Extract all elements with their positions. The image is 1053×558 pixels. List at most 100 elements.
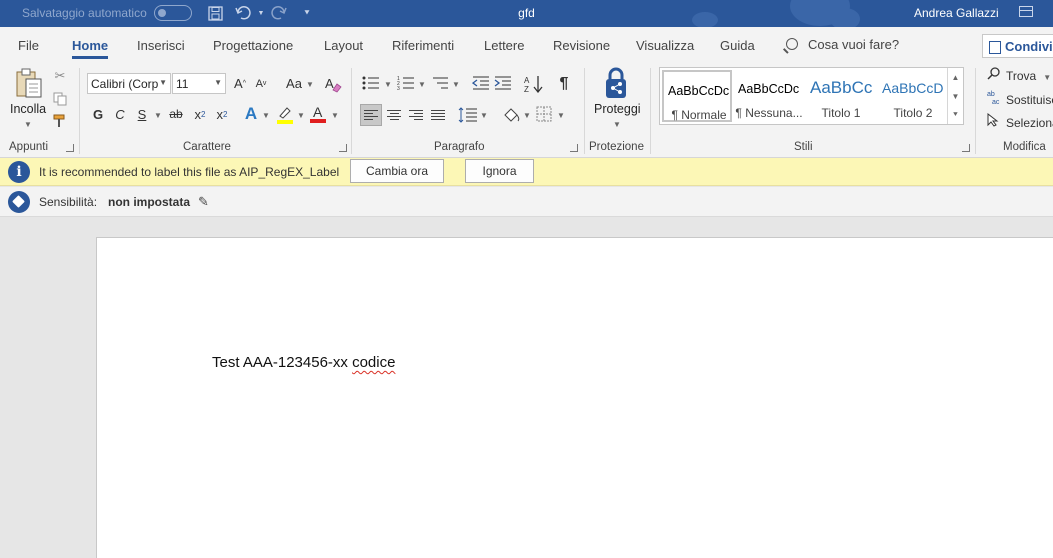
decrease-indent-icon[interactable] [472,75,490,91]
protect-icon[interactable] [601,66,631,100]
shading-dropdown-icon[interactable]: ▼ [523,111,531,120]
tab-inserisci[interactable]: Inserisci [137,38,185,53]
line-spacing-dropdown-icon[interactable]: ▼ [480,111,488,120]
style-heading-2[interactable]: AaBbCcD Titolo 2 [878,70,948,122]
tell-me-label: Cosa vuoi fare? [808,37,900,52]
customize-toolbar-icon[interactable]: ⯆ [298,4,316,22]
style-no-spacing[interactable]: AaBbCcDc ¶ Nessuna... [734,70,804,122]
style-preview: AaBbCcDc [668,84,730,98]
subscript-button[interactable]: x2 [191,105,209,123]
tab-lettere[interactable]: Lettere [484,38,524,53]
font-size-select[interactable]: 11 ▼ [172,73,226,94]
paste-label[interactable]: Incolla [10,102,46,116]
borders-icon[interactable] [535,105,553,123]
document-page[interactable]: Test AAA-123456-xx codice [96,237,1053,558]
shrink-font-icon[interactable]: Av [252,75,270,92]
style-name: Titolo 2 [893,106,933,120]
superscript-button[interactable]: x2 [213,105,231,123]
highlight-icon[interactable] [276,105,294,125]
font-color-dropdown-icon[interactable]: ▼ [331,111,339,120]
paragraph-launcher-icon[interactable] [570,144,578,152]
misspelled-word[interactable]: codice [352,354,395,371]
share-button[interactable]: Condividi [982,34,1053,58]
tab-riferimenti[interactable]: Riferimenti [392,38,454,53]
multilevel-dropdown-icon[interactable]: ▼ [452,80,460,89]
tab-revisione[interactable]: Revisione [553,38,610,53]
tab-file[interactable]: File [18,38,39,53]
style-heading-1[interactable]: AaBbCc Titolo 1 [806,70,876,122]
underline-dropdown-icon[interactable]: ▼ [154,111,162,120]
italic-button[interactable]: C [112,105,128,123]
underline-glyph: S [137,106,147,122]
align-center-button[interactable] [383,104,405,126]
increase-indent-icon[interactable] [494,75,512,91]
copy-icon[interactable] [52,91,68,107]
change-case-icon[interactable]: Aa [282,75,306,92]
numbering-icon[interactable]: 123 [397,75,415,91]
undo-dropdown-icon[interactable]: ▼ [252,4,270,22]
font-launcher-icon[interactable] [339,144,347,152]
user-name[interactable]: Andrea Gallazzi [914,6,999,20]
bold-button[interactable]: G [90,105,106,123]
tab-progettazione[interactable]: Progettazione [213,38,293,53]
sensitivity-tag-icon [8,191,30,213]
borders-dropdown-icon[interactable]: ▼ [557,111,565,120]
multilevel-list-icon[interactable] [431,75,449,91]
paste-icon[interactable] [12,66,46,100]
find-dropdown-icon[interactable]: ▼ [1043,73,1051,82]
styles-launcher-icon[interactable] [962,144,970,152]
sort-icon[interactable]: AZ [524,74,544,93]
replace-button[interactable]: abac Sostituisci [987,90,1053,107]
text-effects-dropdown-icon[interactable]: ▼ [262,111,270,120]
tab-guida[interactable]: Guida [720,38,755,53]
sensitivity-value: non impostata [108,195,191,209]
font-color-icon[interactable]: A [309,104,327,124]
ribbon-display-options-icon[interactable] [1019,6,1033,17]
find-button[interactable]: Trova ▼ [987,67,1051,83]
align-right-button[interactable] [405,104,427,126]
more-styles-icon[interactable]: ⯆ [948,106,963,124]
protect-dropdown-icon[interactable]: ▼ [613,120,621,129]
style-normal[interactable]: AaBbCcDc ¶ Normale [662,70,732,122]
paste-dropdown-icon[interactable]: ▼ [24,120,32,129]
underline-button[interactable]: S [134,105,150,123]
show-paragraph-marks-icon[interactable]: ¶ [555,74,573,93]
redo-icon[interactable] [270,4,288,22]
select-button[interactable]: Seleziona [987,112,1053,130]
scroll-up-icon[interactable]: ▲ [948,68,963,86]
bullets-dropdown-icon[interactable]: ▼ [384,80,392,89]
tell-me-search[interactable]: Cosa vuoi fare? [786,37,899,52]
svg-text:A: A [524,76,530,85]
scroll-down-icon[interactable]: ▼ [948,87,963,105]
protect-label[interactable]: Proteggi [594,102,641,116]
line-spacing-icon[interactable] [458,105,478,125]
justify-button[interactable] [427,104,449,126]
bullets-icon[interactable] [362,75,380,91]
clipboard-launcher-icon[interactable] [66,144,74,152]
change-now-button[interactable]: Cambia ora [350,159,444,183]
document-body-text[interactable]: Test AAA-123456-xx codice [212,354,395,371]
font-name-select[interactable]: Calibri (Corp ▼ [87,73,171,94]
editing-group-label: Modifica [1003,141,1046,153]
pencil-icon[interactable]: ✎ [198,194,209,210]
tab-visualizza[interactable]: Visualizza [636,38,694,53]
autosave-toggle[interactable] [154,5,192,21]
font-group-label: Carattere [183,141,231,153]
text-effects-icon[interactable]: A [242,104,260,124]
format-painter-icon[interactable] [52,113,68,129]
strikethrough-button[interactable]: ab [167,105,185,123]
align-left-button[interactable] [360,104,382,126]
align-center-icon [387,109,401,121]
highlight-dropdown-icon[interactable]: ▼ [297,111,305,120]
grow-font-icon[interactable]: A ^ [231,75,249,92]
numbering-dropdown-icon[interactable]: ▼ [418,80,426,89]
tab-home[interactable]: Home [72,38,109,59]
cut-icon[interactable]: ✂ [52,68,68,84]
undo-icon[interactable] [234,4,252,22]
tab-layout[interactable]: Layout [324,38,363,53]
shading-icon[interactable] [500,104,522,126]
save-icon[interactable] [206,4,224,22]
ignore-button[interactable]: Ignora [465,159,534,183]
change-case-dropdown-icon[interactable]: ▼ [306,80,314,89]
clear-formatting-icon[interactable]: A [323,74,343,93]
